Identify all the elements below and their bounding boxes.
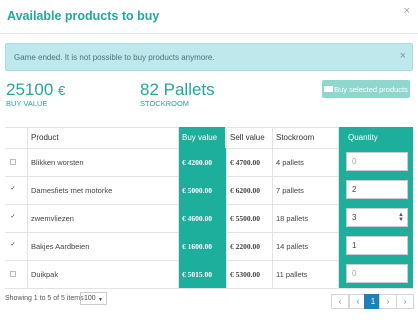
product-name: Blikken worsten xyxy=(31,157,84,167)
buy-selected-products-button[interactable]: Buy selected products xyxy=(322,80,410,98)
buy-value-cell: € 5015.00 xyxy=(178,260,226,288)
row-checkbox[interactable]: ✓ xyxy=(10,186,16,193)
quantity-value: 3 xyxy=(352,213,357,222)
alert-text: Game ended. It is not possible to buy pr… xyxy=(14,53,215,62)
buy-value-amount: 25100 € xyxy=(6,80,65,100)
product-name: Bakjes Aardbeien xyxy=(31,241,90,251)
quantity-value: 1 xyxy=(352,241,357,250)
cart-icon xyxy=(324,86,334,92)
quantity-cell: 0 xyxy=(338,260,413,288)
page-size-value: 100 xyxy=(84,295,96,302)
stockroom-amount: 82 Pallets xyxy=(140,80,215,99)
buy-value-currency: € xyxy=(58,83,66,98)
buy-value-cell: € 4600.00 xyxy=(178,204,226,232)
quantity-value: 0 xyxy=(352,157,357,166)
col-divider xyxy=(178,127,179,288)
row-select-cell: ✓ xyxy=(5,176,27,204)
row-select-cell xyxy=(5,260,27,288)
buy-value-label: BUY VALUE xyxy=(6,99,48,108)
row-select-cell: ✓ xyxy=(5,204,27,232)
close-icon[interactable]: × xyxy=(404,5,410,17)
product-name: Duikpak xyxy=(31,269,59,279)
row-checkbox[interactable] xyxy=(10,271,16,277)
sell-value-cell: € 2200.00 xyxy=(230,241,260,251)
col-divider xyxy=(338,127,339,288)
quantity-input[interactable]: 3 ▲ ▼ xyxy=(346,208,408,227)
pagination-summary: Showing 1 to 5 of 5 items xyxy=(5,295,84,302)
buy-button-label: Buy selected products xyxy=(334,84,408,94)
stockroom-cell: 4 pallets xyxy=(276,157,304,167)
sell-value-cell: € 4700.00 xyxy=(230,157,260,167)
stockroom-cell: 14 pallets xyxy=(276,241,309,251)
stockroom-column-header[interactable]: Stockroom xyxy=(272,127,338,148)
select-column-header xyxy=(5,127,27,148)
sell-value-cell: € 5300.00 xyxy=(230,269,260,279)
product-name: Damesfiets met motorke xyxy=(31,185,113,195)
row-select-cell: ✓ xyxy=(5,232,27,260)
quantity-input[interactable]: 0 xyxy=(346,152,408,171)
alert-close-icon[interactable]: × xyxy=(400,50,406,62)
game-ended-alert: Game ended. It is not possible to buy pr… xyxy=(5,43,413,71)
quantity-input[interactable]: 0 xyxy=(346,264,408,283)
quantity-input[interactable]: 2 xyxy=(346,180,408,199)
quantity-cell: 1 xyxy=(338,232,413,260)
row-checkbox[interactable]: ✓ xyxy=(10,242,16,249)
pager-first-button[interactable]: ‹ xyxy=(331,294,349,309)
quantity-value: 0 xyxy=(352,269,357,278)
stockroom-cell: 11 pallets xyxy=(276,269,308,279)
quantity-column-header[interactable]: Quantity xyxy=(338,127,413,148)
sell-value-column-header[interactable]: Sell value xyxy=(226,127,272,148)
buy-value-cell: € 1600.00 xyxy=(178,232,226,260)
buy-value-cell: € 5000.00 xyxy=(178,176,226,204)
row-select-cell xyxy=(5,148,27,176)
buy-value-column-header[interactable]: Buy value xyxy=(178,127,225,148)
sell-value-cell: € 5500.00 xyxy=(230,213,260,223)
page-size-select[interactable]: 100 ▼ xyxy=(80,292,107,305)
pager-next-button[interactable]: › xyxy=(379,294,397,309)
buy-value-number: 25100 xyxy=(6,80,54,99)
product-name: zwemvliezen xyxy=(31,213,74,223)
col-divider xyxy=(272,127,273,288)
stepper-icon[interactable]: ▲ ▼ xyxy=(398,212,404,223)
quantity-value: 2 xyxy=(352,185,357,194)
buy-value-cell: € 4200.00 xyxy=(178,148,226,176)
sell-value-cell: € 6200.00 xyxy=(230,185,260,195)
quantity-cell: 2 xyxy=(338,176,413,204)
quantity-cell: 3 ▲ ▼ xyxy=(338,204,413,232)
stockroom-cell: 7 pallets xyxy=(276,185,304,195)
stockroom-cell: 18 pallets xyxy=(276,213,309,223)
col-divider xyxy=(27,127,28,288)
pager-last-button[interactable]: › xyxy=(396,294,414,309)
col-divider xyxy=(226,127,227,288)
row-checkbox[interactable] xyxy=(10,159,16,165)
quantity-cell: 0 xyxy=(338,148,413,176)
modal-header: Available products to buy × xyxy=(0,0,418,34)
modal-title: Available products to buy xyxy=(7,9,160,23)
row-divider xyxy=(5,288,413,289)
quantity-input[interactable]: 1 xyxy=(346,236,408,255)
product-column-header[interactable]: Product xyxy=(27,127,177,148)
stockroom-label: STOCKROOM xyxy=(140,99,190,108)
chevron-down-icon: ▼ xyxy=(98,297,103,303)
row-checkbox[interactable]: ✓ xyxy=(10,214,16,221)
